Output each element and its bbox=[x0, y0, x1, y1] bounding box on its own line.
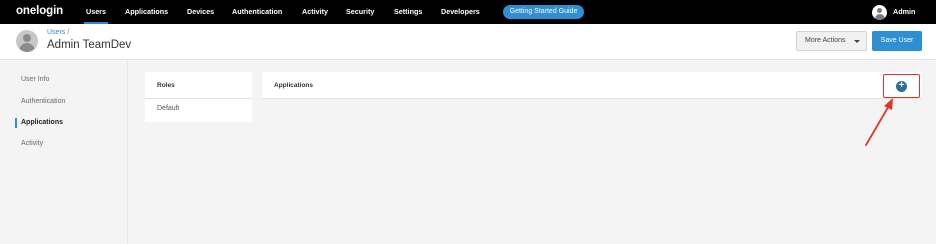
getting-started-guide-button[interactable]: Getting Started Guide bbox=[503, 5, 584, 19]
nav-activity[interactable]: Activity bbox=[302, 0, 328, 24]
role-item-default[interactable]: Default bbox=[157, 105, 179, 112]
user-avatar-icon bbox=[16, 30, 38, 52]
caret-down-icon bbox=[854, 40, 860, 43]
admin-avatar-icon[interactable] bbox=[872, 5, 887, 20]
roles-header: Roles bbox=[145, 72, 252, 99]
sidebar-item-user-info[interactable]: User Info bbox=[0, 72, 128, 88]
nav-settings[interactable]: Settings bbox=[394, 0, 422, 24]
nav-authentication[interactable]: Authentication bbox=[232, 0, 282, 24]
nav-users[interactable]: Users bbox=[84, 0, 108, 24]
add-application-highlight: + bbox=[883, 74, 920, 98]
breadcrumb-users[interactable]: Users / bbox=[47, 29, 69, 36]
page-title: Admin TeamDev bbox=[47, 39, 132, 51]
applications-panel: Applications + bbox=[262, 72, 922, 99]
account-menu[interactable]: Admin bbox=[893, 0, 915, 24]
onelogin-logo[interactable]: onelogin bbox=[16, 5, 63, 17]
user-sidebar: User Info Authentication Applications Ac… bbox=[0, 61, 128, 244]
nav-developers[interactable]: Developers bbox=[441, 0, 480, 24]
more-actions-button[interactable]: More Actions bbox=[796, 31, 867, 51]
nav-security[interactable]: Security bbox=[346, 0, 374, 24]
applications-header: Applications bbox=[274, 82, 314, 89]
plus-circle-icon[interactable]: + bbox=[896, 81, 907, 92]
roles-panel: Roles Default bbox=[145, 72, 252, 122]
nav-applications[interactable]: Applications bbox=[125, 0, 168, 24]
user-header: Users / Admin TeamDev More Actions Save … bbox=[0, 24, 936, 60]
sidebar-item-applications[interactable]: Applications bbox=[0, 115, 128, 131]
more-actions-label: More Actions bbox=[805, 37, 846, 44]
sidebar-item-authentication[interactable]: Authentication bbox=[0, 94, 128, 110]
save-user-button[interactable]: Save User bbox=[872, 31, 922, 51]
top-navigation-bar: onelogin Users Applications Devices Auth… bbox=[0, 0, 936, 24]
nav-devices[interactable]: Devices bbox=[187, 0, 214, 24]
sidebar-item-activity[interactable]: Activity bbox=[0, 136, 128, 152]
